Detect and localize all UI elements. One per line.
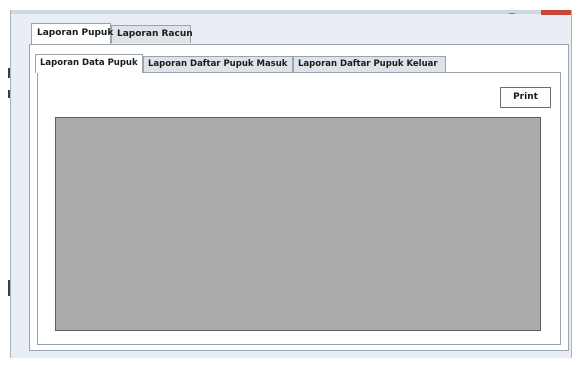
window-edge-mark	[8, 68, 10, 78]
inner-tab-panel: Print	[37, 72, 561, 345]
tab-laporan-pupuk[interactable]: Laporan Pupuk	[31, 23, 113, 44]
outer-tab-panel: Laporan Data Pupuk Laporan Daftar Pupuk …	[29, 44, 569, 351]
title-bar	[11, 10, 571, 14]
print-button[interactable]: Print	[500, 87, 551, 108]
minimize-icon[interactable]	[509, 10, 515, 14]
tab-laporan-data-pupuk[interactable]: Laporan Data Pupuk	[35, 54, 143, 73]
report-viewer[interactable]	[55, 117, 541, 331]
tab-laporan-daftar-pupuk-masuk[interactable]: Laporan Daftar Pupuk Masuk	[143, 56, 293, 72]
window-edge-mark	[8, 90, 10, 98]
tab-laporan-daftar-pupuk-keluar[interactable]: Laporan Daftar Pupuk Keluar	[293, 56, 446, 72]
app-window: Laporan Pupuk Laporan Racun Laporan Data…	[8, 10, 572, 358]
close-button[interactable]	[541, 10, 571, 15]
tab-laporan-racun[interactable]: Laporan Racun	[111, 25, 193, 43]
window-edge-mark	[8, 280, 10, 296]
